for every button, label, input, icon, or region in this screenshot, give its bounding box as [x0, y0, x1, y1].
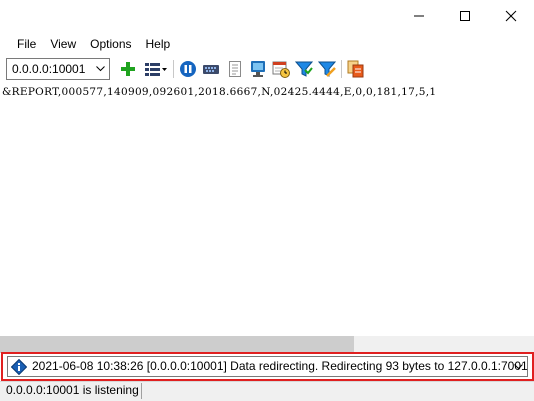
minimize-icon	[414, 15, 424, 16]
add-button[interactable]	[118, 59, 138, 79]
filter-edit-button[interactable]	[317, 59, 337, 79]
menu-help[interactable]: Help	[139, 34, 178, 54]
log-entry-text: 2021-06-08 10:38:26 [0.0.0.0:10001] Data…	[32, 359, 528, 373]
address-select[interactable]: 0.0.0.0:10001	[6, 58, 110, 80]
menu-bar: File View Options Help	[0, 33, 534, 55]
address-value: 0.0.0.0:10001	[12, 62, 86, 76]
monitor-button[interactable]	[248, 59, 268, 79]
data-line: &REPORT,000577,140909,092601,2018.6667,N…	[2, 86, 437, 98]
serial-port-icon	[203, 65, 219, 74]
toolbar-separator	[341, 60, 342, 78]
title-bar	[0, 0, 534, 31]
schedule-button[interactable]	[271, 59, 291, 79]
toolbar-separator	[173, 60, 174, 78]
maximize-button[interactable]	[442, 0, 488, 31]
horizontal-scrollbar[interactable]	[0, 336, 534, 353]
schedule-icon	[272, 61, 290, 78]
pause-icon	[180, 61, 196, 77]
data-view[interactable]: &REPORT,000577,140909,092601,2018.6667,N…	[0, 83, 534, 337]
menu-file[interactable]: File	[10, 34, 43, 54]
scrollbar-thumb[interactable]	[0, 336, 354, 353]
scrollbar-corner	[517, 336, 534, 353]
add-icon	[121, 62, 135, 76]
chevron-down-icon	[514, 357, 523, 376]
copy-icon	[347, 60, 364, 78]
close-button[interactable]	[488, 0, 534, 31]
columns-button[interactable]	[143, 59, 169, 79]
status-separator	[141, 383, 142, 399]
filter-button[interactable]	[294, 59, 314, 79]
close-icon	[505, 10, 517, 21]
status-bar: 0.0.0.0:10001 is listening	[0, 381, 534, 401]
minimize-button[interactable]	[396, 0, 442, 31]
log-highlight-frame: 2021-06-08 10:38:26 [0.0.0.0:10001] Data…	[1, 352, 534, 381]
menu-options[interactable]: Options	[83, 34, 138, 54]
status-text: 0.0.0.0:10001 is listening	[6, 383, 139, 397]
menu-view[interactable]: View	[43, 34, 83, 54]
filter-icon	[295, 61, 313, 77]
info-icon	[10, 358, 28, 376]
pause-button[interactable]	[178, 59, 198, 79]
maximize-icon	[460, 10, 470, 21]
chevron-down-icon	[96, 59, 105, 79]
toolbar: 0.0.0.0:10001	[0, 56, 534, 82]
columns-icon	[145, 63, 167, 76]
copy-button[interactable]	[346, 59, 366, 79]
serial-port-button[interactable]	[201, 59, 221, 79]
document-button[interactable]	[225, 59, 245, 79]
monitor-icon	[251, 61, 265, 77]
log-select[interactable]: 2021-06-08 10:38:26 [0.0.0.0:10001] Data…	[7, 356, 528, 377]
document-icon	[229, 61, 241, 77]
filter-edit-icon	[318, 61, 336, 77]
